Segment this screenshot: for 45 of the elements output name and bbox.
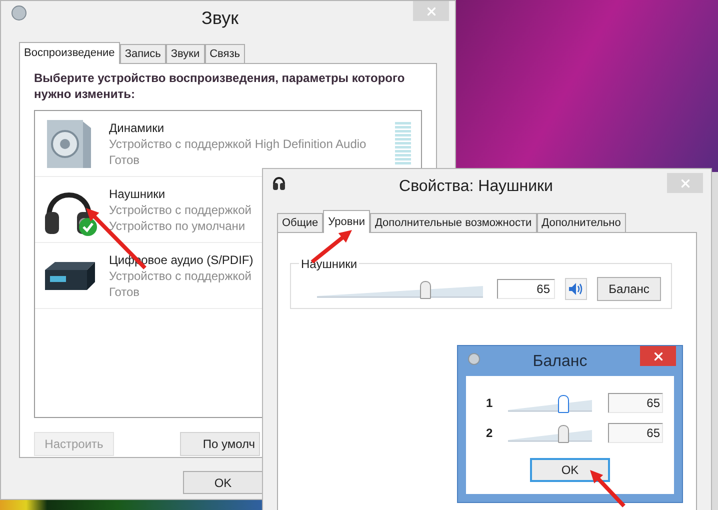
- channel-value-field[interactable]: 65: [608, 393, 663, 413]
- slider-thumb[interactable]: [558, 395, 569, 413]
- close-button[interactable]: [640, 346, 676, 366]
- tab[interactable]: Дополнительно: [536, 213, 626, 232]
- tab[interactable]: Воспроизведение: [19, 42, 120, 64]
- device-description: Устройство с поддержкой: [109, 268, 252, 284]
- device-button[interactable]: По умолч: [180, 432, 260, 456]
- volume-slider[interactable]: [317, 278, 483, 300]
- speaker-app-icon: [468, 353, 480, 365]
- arrow: [590, 470, 626, 508]
- close-icon: [424, 4, 438, 18]
- channel-label: 1: [486, 395, 494, 412]
- volume-slider[interactable]: [508, 392, 592, 414]
- window-title: Звук: [200, 7, 240, 30]
- balance-button[interactable]: Баланс: [597, 277, 661, 301]
- window-title: Баланс: [532, 352, 588, 372]
- channel-label: 2: [486, 425, 494, 442]
- slider-thumb[interactable]: [558, 425, 569, 443]
- tab[interactable]: Связь: [204, 44, 246, 63]
- device-description: Устройство с поддержкой: [109, 202, 252, 218]
- device-status: Готов: [109, 284, 140, 300]
- close-icon: [652, 350, 664, 362]
- slider-thumb[interactable]: [420, 281, 431, 299]
- speaker-app-icon: [11, 5, 27, 21]
- ok-button[interactable]: OK: [183, 471, 263, 494]
- speaker-icon: [569, 283, 583, 295]
- level-meter-icon: [395, 122, 411, 166]
- headphones-icon: [273, 175, 285, 191]
- tab[interactable]: Звуки: [166, 44, 205, 63]
- device-name: Динамики: [109, 120, 164, 136]
- device-status: Готов: [109, 152, 140, 168]
- device-description: Устройство с поддержкой High Definition Audio: [109, 136, 366, 152]
- volume-value-field[interactable]: 65: [497, 279, 555, 299]
- ok-button[interactable]: OK: [530, 458, 610, 482]
- mute-button[interactable]: [565, 278, 587, 300]
- device-status: Устройство по умолчани: [109, 218, 246, 234]
- tab[interactable]: Запись: [120, 44, 166, 63]
- instruction-text: Выберите устройство воспроизведения, параметры которого нужно изменить:: [34, 70, 406, 102]
- tab[interactable]: Общие: [277, 213, 324, 232]
- close-icon: [678, 176, 692, 190]
- channel-value-field[interactable]: 65: [608, 423, 663, 443]
- tab[interactable]: Уровни: [323, 210, 370, 233]
- device-name: Наушники: [109, 186, 166, 202]
- volume-slider[interactable]: [508, 422, 592, 444]
- tab[interactable]: Дополнительные возможности: [370, 213, 537, 232]
